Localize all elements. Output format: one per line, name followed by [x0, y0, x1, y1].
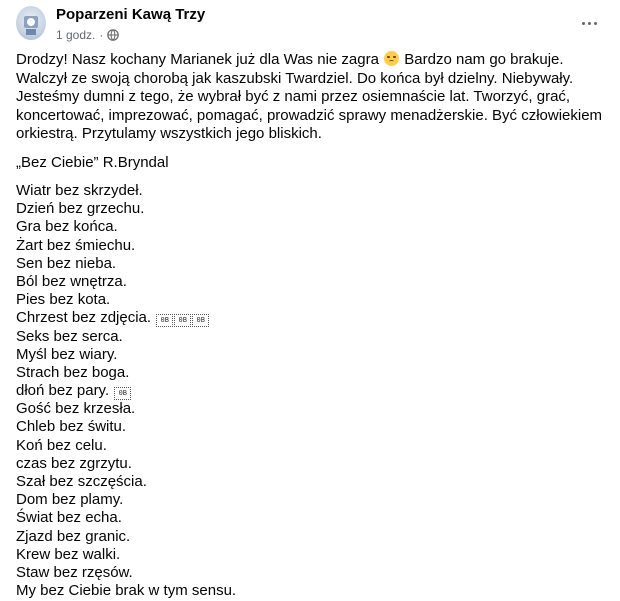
poem-line: Gra bez końca.: [16, 218, 118, 236]
poem-line: Strach bez boga.: [16, 363, 130, 381]
missing-glyph-box: 0B: [192, 314, 210, 328]
missing-glyph-box: 0B: [174, 314, 192, 328]
post-body: Drodzy! Nasz kochany Marianek już dla Wa…: [16, 51, 606, 600]
post-header: Poparzeni Kawą Trzy 1 godz. ·: [0, 0, 620, 46]
globe-icon[interactable]: [107, 29, 120, 41]
page-name[interactable]: Poparzeni Kawą Trzy: [56, 6, 205, 23]
avatar[interactable]: [16, 6, 46, 40]
more-icon: [581, 21, 585, 25]
poem-line: Chrzest bez zdjęcia. 0B 0B 0B: [16, 309, 606, 328]
poem-line: Ból bez wnętrza.: [16, 272, 127, 290]
post-meta: 1 godz. ·: [56, 28, 120, 42]
facebook-post: Poparzeni Kawą Trzy 1 godz. · Drodzy! Na…: [0, 0, 620, 599]
poem-line: Myśl bez wiary.: [16, 345, 118, 363]
poem-line: Zjazd bez granic.: [16, 527, 131, 545]
poem-line: Koń bez celu.: [16, 436, 107, 454]
meta-separator: ·: [99, 28, 104, 42]
poem-line: Żart bez śmiechu.: [16, 236, 136, 254]
poem-line: Pies bez kota.: [16, 291, 111, 309]
poem-line: Sen bez nieba.: [16, 254, 117, 272]
missing-glyph-box: 0B: [156, 314, 174, 328]
disappointed-face-emoji: [384, 51, 400, 66]
poem-line: Wiatr bez skrzydeł.: [16, 182, 143, 199]
poem-title: „Bez Ciebie” R.Bryndal: [16, 153, 169, 171]
poem-line: Dzień bez grzechu.: [16, 200, 145, 218]
poem-line: Krew bez walki.: [16, 545, 121, 563]
post-time[interactable]: 1 godz.: [56, 28, 95, 42]
post-intro-text: Drodzy! Nasz kochany Marianek już dla Wa…: [16, 51, 606, 144]
missing-glyph-box: 0B: [114, 387, 132, 401]
poem-line: Dom bez plamy.: [16, 491, 124, 509]
poem: Wiatr bez skrzydeł. Dzień bez grzechu. G…: [16, 182, 606, 600]
poem-line: Chleb bez świtu.: [16, 418, 127, 436]
poem-line: Świat bez echa.: [16, 509, 122, 527]
poem-line: Gość bez krzesła.: [16, 400, 136, 418]
intro-text-part-1: Drodzy! Nasz kochany Marianek już dla Wa…: [16, 51, 384, 68]
poem-line: dłoń bez pary. 0B: [16, 382, 606, 401]
poem-line: Seks bez serca.: [16, 327, 123, 345]
poem-line: Staw bez rzęsów.: [16, 563, 133, 581]
poem-line: czas bez zgrzytu.: [16, 454, 132, 472]
poem-line: Szał bez szczęścia.: [16, 473, 147, 490]
more-options-button[interactable]: [574, 8, 604, 38]
poem-line: My bez Ciebie brak w tym sensu.: [16, 582, 237, 600]
